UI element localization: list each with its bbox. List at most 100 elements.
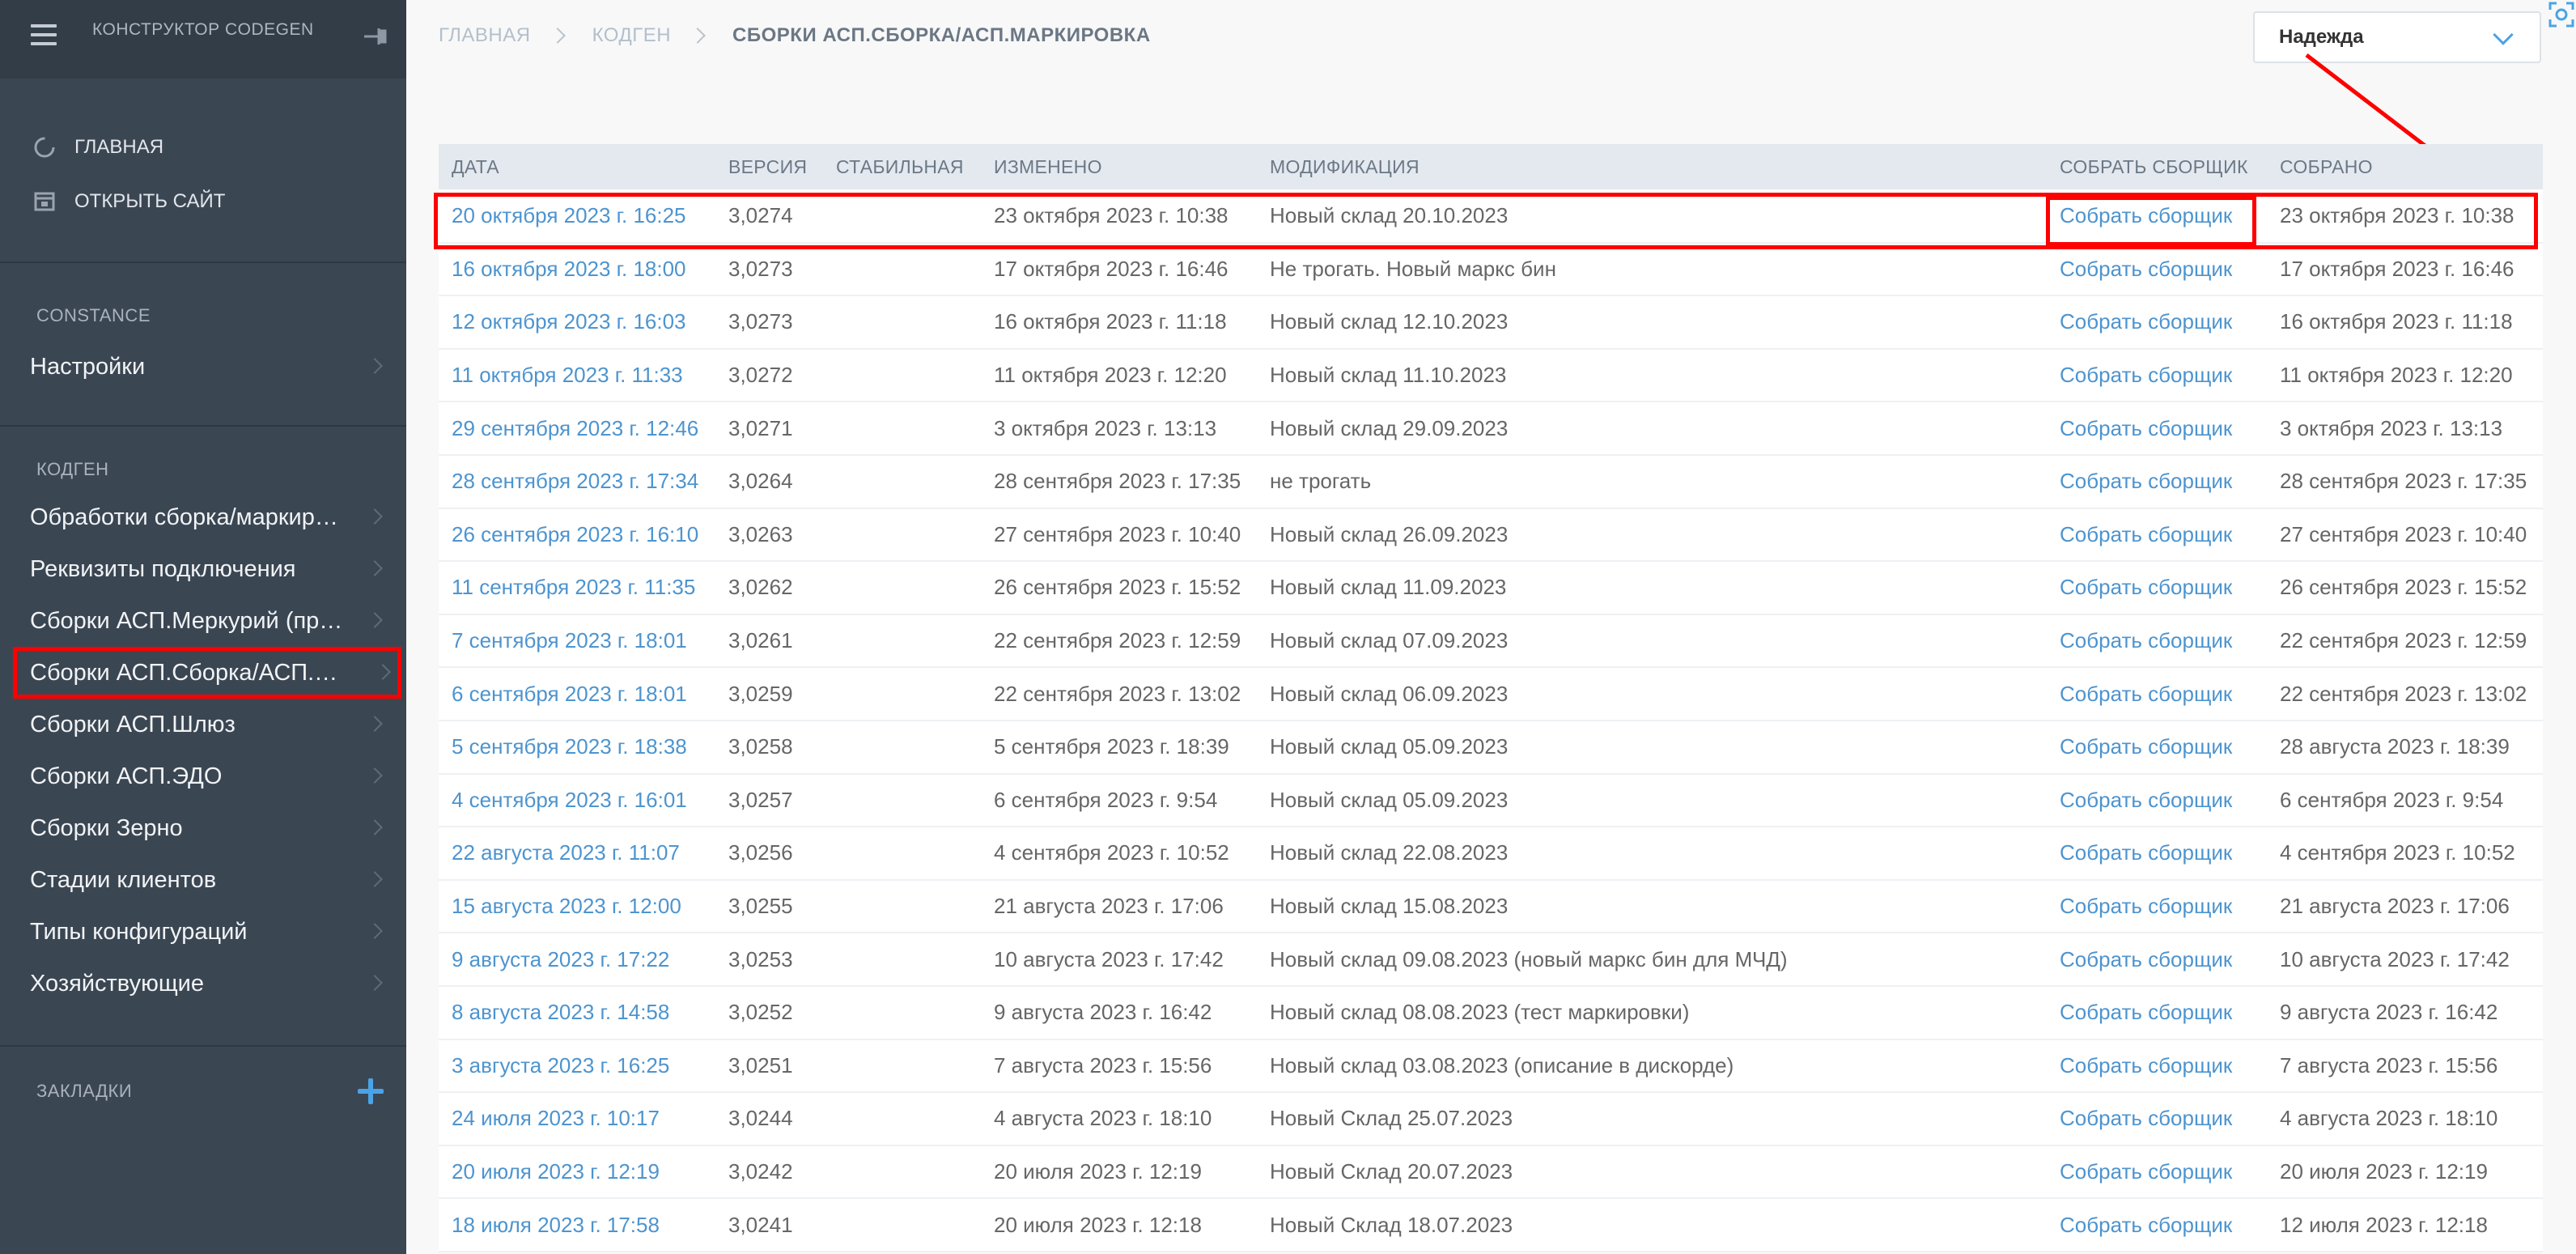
table-cell: Новый Склад 25.07.2023 — [1257, 1092, 2047, 1146]
hamburger-menu-icon[interactable] — [31, 24, 57, 45]
build-collector-link[interactable]: Собрать сборщик — [2060, 575, 2232, 599]
cell-text: 9 августа 2023 г. 16:42 — [994, 1000, 1212, 1025]
build-date-link[interactable]: 4 сентября 2023 г. 16:01 — [452, 788, 687, 812]
table-cell: 28 сентября 2023 г. 17:34 — [439, 455, 715, 508]
build-date-link[interactable]: 16 октября 2023 г. 18:00 — [452, 257, 686, 281]
cell-text: 3,0253 — [728, 946, 793, 971]
build-collector-link[interactable]: Собрать сборщик — [2060, 894, 2232, 918]
sidebar-item-processing[interactable]: Обработки сборка/маркиро… — [0, 491, 406, 543]
build-date-link[interactable]: 15 августа 2023 г. 12:00 — [452, 894, 681, 918]
user-dropdown[interactable]: Надежда — [2253, 11, 2541, 63]
table-cell: 3,0263 — [715, 508, 823, 562]
build-date-link[interactable]: 29 сентября 2023 г. 12:46 — [452, 416, 698, 440]
table-row: 9 августа 2023 г. 17:22 3,0253 10 августа … — [439, 933, 2543, 986]
build-collector-link[interactable]: Собрать сборщик — [2060, 947, 2232, 971]
table-cell: 18 июля 2023 г. 17:58 — [439, 1198, 715, 1252]
table-cell: Собрать сборщик — [2047, 1039, 2267, 1093]
build-collector-link[interactable]: Собрать сборщик — [2060, 840, 2232, 865]
build-date-link[interactable]: 9 августа 2023 г. 17:22 — [452, 947, 669, 971]
build-collector-link[interactable]: Собрать сборщик — [2060, 682, 2232, 706]
build-date-link[interactable]: 11 октября 2023 г. 11:33 — [452, 363, 683, 387]
build-date-link[interactable]: 11 сентября 2023 г. 11:35 — [452, 575, 695, 599]
table-cell: 4 сентября 2023 г. 10:52 — [981, 827, 1257, 880]
sidebar-item-builds-asp-marking[interactable]: Сборки АСП.Сборка/АСП.… — [13, 647, 401, 699]
build-collector-link[interactable]: Собрать сборщик — [2060, 469, 2232, 493]
sidebar-link-home[interactable]: ГЛАВНАЯ — [0, 119, 406, 175]
build-collector-link[interactable]: Собрать сборщик — [2060, 1106, 2232, 1130]
cell-text: 9 августа 2023 г. 16:42 — [2280, 1000, 2498, 1025]
sidebar: КОНСТРУКТОР CODEGEN ГЛАВНАЯ ОТКРЫТЬ САЙТ… — [0, 0, 406, 1254]
table-cell: Новый склад 22.08.2023 — [1257, 827, 2047, 880]
table-cell: 17 октября 2023 г. 16:46 — [2267, 243, 2543, 296]
table-cell: Новый склад 15.08.2023 — [1257, 880, 2047, 933]
sidebar-item-builds-grain[interactable]: Сборки Зерно — [0, 802, 406, 854]
build-date-link[interactable]: 28 сентября 2023 г. 17:34 — [452, 469, 698, 493]
column-header-built[interactable]: СОБРАНО — [2267, 144, 2543, 189]
build-collector-link[interactable]: Собрать сборщик — [2060, 203, 2232, 227]
table-cell: Собрать сборщик — [2047, 1146, 2267, 1199]
build-date-link[interactable]: 7 сентября 2023 г. 18:01 — [452, 628, 687, 653]
build-date-link[interactable]: 24 июля 2023 г. 10:17 — [452, 1106, 660, 1130]
sidebar-item-connection-props[interactable]: Реквизиты подключения — [0, 543, 406, 595]
sidebar-item-builds-gateway[interactable]: Сборки АСП.Шлюз — [0, 699, 406, 750]
cell-text: Новый Склад 20.07.2023 — [1270, 1158, 1513, 1184]
column-header-date[interactable]: ДАТА — [439, 144, 715, 189]
cell-text: 3 октября 2023 г. 13:13 — [2280, 415, 2503, 440]
table-cell: 3,0271 — [715, 402, 823, 455]
build-collector-link[interactable]: Собрать сборщик — [2060, 788, 2232, 812]
build-collector-link[interactable]: Собрать сборщик — [2060, 734, 2232, 759]
build-collector-link[interactable]: Собрать сборщик — [2060, 1053, 2232, 1078]
cell-text: Новый склад 09.08.2023 (новый маркс бин … — [1270, 946, 1788, 971]
table-cell: 24 июля 2023 г. 10:17 — [439, 1092, 715, 1146]
sidebar-item-economic-entities[interactable]: Хозяйствующие — [0, 958, 406, 1010]
sidebar-item-config-types[interactable]: Типы конфигураций — [0, 906, 406, 958]
build-date-link[interactable]: 5 сентября 2023 г. 18:38 — [452, 734, 687, 759]
build-collector-link[interactable]: Собрать сборщик — [2060, 309, 2232, 334]
build-collector-link[interactable]: Собрать сборщик — [2060, 1000, 2232, 1024]
build-date-link[interactable]: 18 июля 2023 г. 17:58 — [452, 1213, 660, 1237]
screenshot-icon[interactable] — [2547, 0, 2576, 29]
cell-text: Новый склад 15.08.2023 — [1270, 894, 1509, 919]
sidebar-item-builds-mercury[interactable]: Сборки АСП.Меркурий (пр… — [0, 595, 406, 647]
cell-text: Новый Склад 25.07.2023 — [1270, 1106, 1513, 1131]
build-collector-link[interactable]: Собрать сборщик — [2060, 522, 2232, 546]
table-row: 8 августа 2023 г. 14:58 3,0252 9 августа 2… — [439, 985, 2543, 1039]
cell-text: 3,0255 — [728, 894, 793, 919]
table-cell — [823, 1146, 981, 1199]
pin-icon[interactable] — [361, 24, 388, 49]
column-header-modified[interactable]: ИЗМЕНЕНО — [981, 144, 1257, 189]
cell-text: Новый склад 08.08.2023 (тест маркировки) — [1270, 1000, 1690, 1025]
build-date-link[interactable]: 12 октября 2023 г. 16:03 — [452, 309, 686, 334]
breadcrumb-home[interactable]: ГЛАВНАЯ — [439, 24, 531, 47]
build-date-link[interactable]: 3 августа 2023 г. 16:25 — [452, 1053, 669, 1078]
build-collector-link[interactable]: Собрать сборщик — [2060, 257, 2232, 281]
column-header-modification[interactable]: МОДИФИКАЦИЯ — [1257, 144, 2047, 189]
table-cell: 3,0274 — [715, 189, 823, 243]
cell-text: 10 августа 2023 г. 17:42 — [2280, 946, 2510, 971]
build-date-link[interactable]: 22 августа 2023 г. 11:07 — [452, 840, 680, 865]
build-collector-link[interactable]: Собрать сборщик — [2060, 1213, 2232, 1237]
add-bookmark-icon[interactable] — [358, 1078, 384, 1104]
table-cell: Собрать сборщик — [2047, 986, 2267, 1039]
build-collector-link[interactable]: Собрать сборщик — [2060, 363, 2232, 387]
sidebar-item-settings[interactable]: Настройки — [0, 341, 406, 393]
breadcrumb-codegen[interactable]: КОДГЕН — [592, 24, 671, 47]
build-date-link[interactable]: 6 сентября 2023 г. 18:01 — [452, 682, 687, 706]
table-row: 28 сентября 2023 г. 17:34 3,0264 28 сентяб… — [439, 454, 2543, 508]
column-header-version[interactable]: ВЕРСИЯ — [715, 144, 823, 189]
build-collector-link[interactable]: Собрать сборщик — [2060, 416, 2232, 440]
sidebar-item-builds-edo[interactable]: Сборки АСП.ЭДО — [0, 750, 406, 802]
build-collector-link[interactable]: Собрать сборщик — [2060, 628, 2232, 653]
build-collector-link[interactable]: Собрать сборщик — [2060, 1159, 2232, 1184]
build-date-link[interactable]: 8 августа 2023 г. 14:58 — [452, 1000, 669, 1024]
build-date-link[interactable]: 20 октября 2023 г. 16:25 — [452, 203, 686, 227]
sidebar-item-client-stages[interactable]: Стадии клиентов — [0, 854, 406, 906]
table-cell: 8 августа 2023 г. 14:58 — [439, 986, 715, 1039]
build-date-link[interactable]: 20 июля 2023 г. 12:19 — [452, 1159, 660, 1184]
column-header-stable[interactable]: СТАБИЛЬНАЯ — [823, 144, 981, 189]
sidebar-link-open-site[interactable]: ОТКРЫТЬ САЙТ — [0, 173, 406, 229]
build-date-link[interactable]: 26 сентября 2023 г. 16:10 — [452, 522, 698, 546]
table-cell: 3,0259 — [715, 667, 823, 721]
table-row: 15 августа 2023 г. 12:00 3,0255 21 августа… — [439, 879, 2543, 933]
table-cell: 7 августа 2023 г. 15:56 — [981, 1039, 1257, 1093]
